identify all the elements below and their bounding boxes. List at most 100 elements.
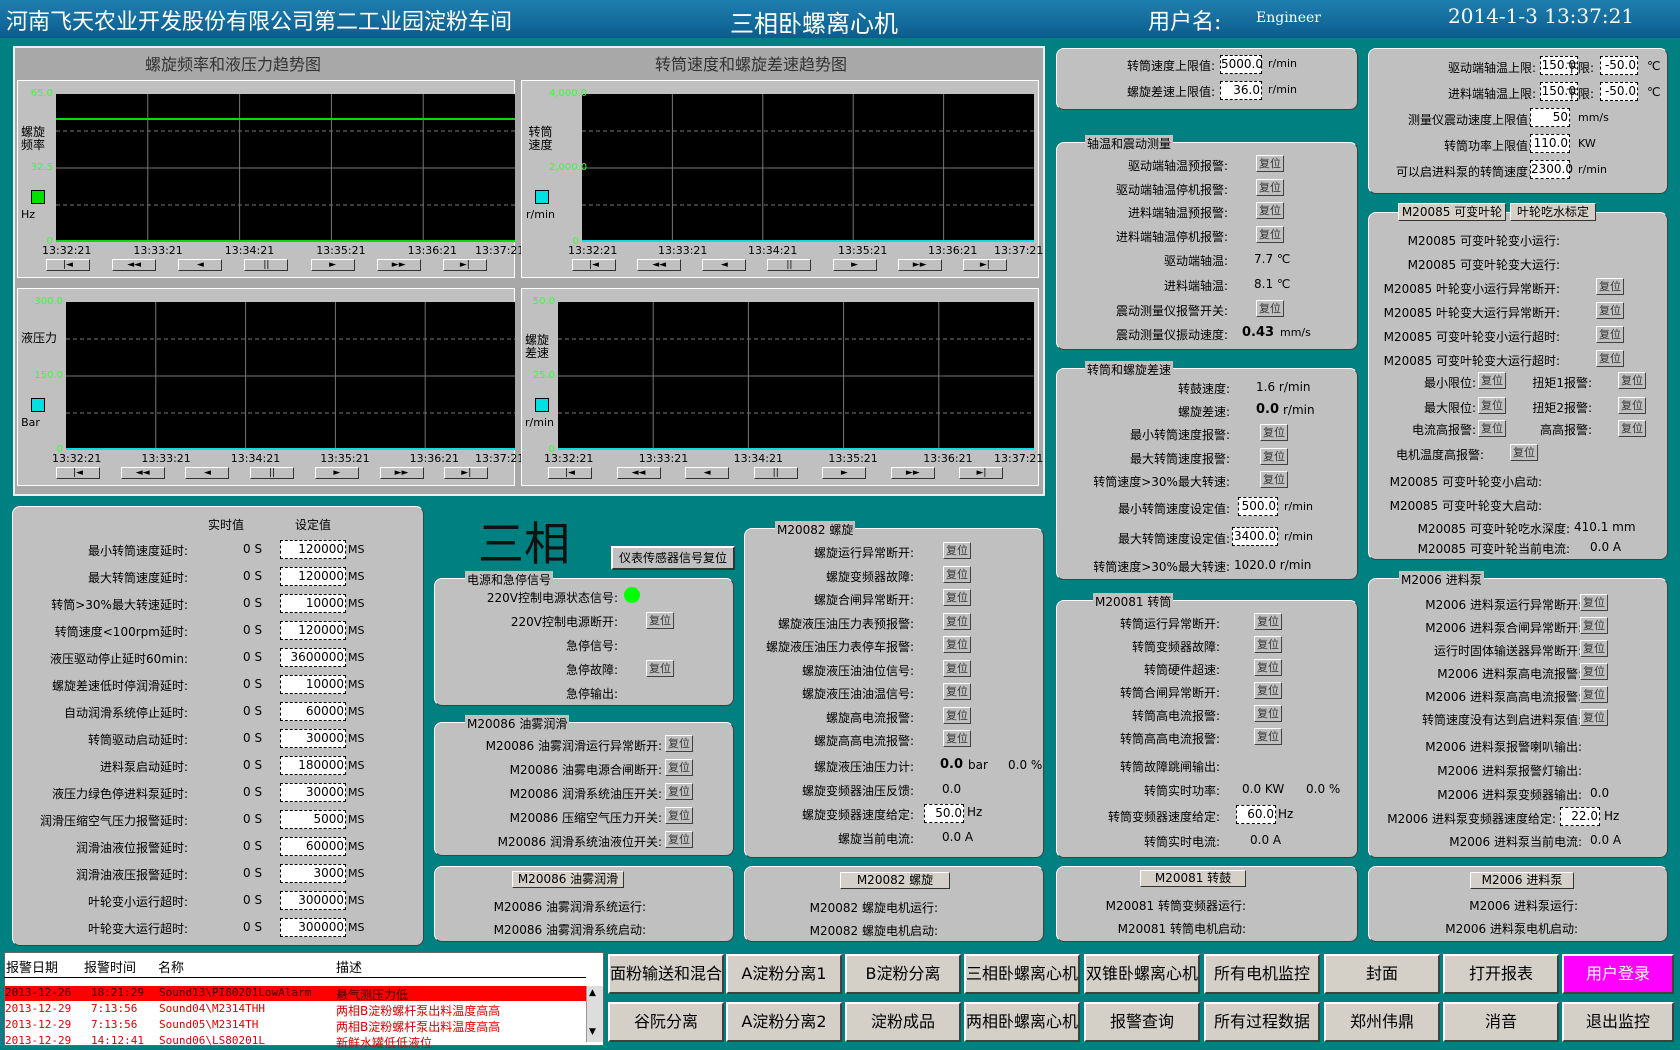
reset-button[interactable]: 复位	[1254, 705, 1282, 722]
nav-button[interactable]: B淀粉分离	[845, 954, 961, 994]
limit-input[interactable]: 36.0	[1220, 81, 1262, 100]
reset-button[interactable]: 复位	[1254, 613, 1282, 630]
playback-button[interactable]: ►|	[962, 259, 1007, 271]
playback-button[interactable]: |◄	[548, 467, 592, 479]
reset-button[interactable]: 复位	[1256, 155, 1284, 172]
reset-button[interactable]: 复位	[1580, 640, 1608, 657]
playback-button[interactable]: ►	[822, 467, 867, 479]
reset-button[interactable]: 复位	[1618, 397, 1646, 414]
reset-button[interactable]: 复位	[1256, 178, 1284, 196]
reset-button[interactable]: 复位	[1596, 302, 1624, 319]
playback-button[interactable]: ►►	[379, 467, 424, 479]
reset-button[interactable]: 复位	[1596, 278, 1624, 295]
playback-button[interactable]: ►	[314, 467, 359, 479]
reset-button[interactable]: 复位	[1478, 397, 1506, 414]
playback-button[interactable]: ►►	[890, 467, 935, 479]
playback-button[interactable]: ►|	[442, 259, 487, 271]
delay-set-input[interactable]: 3000	[280, 864, 346, 883]
nav-button[interactable]: A淀粉分离2	[726, 1002, 842, 1042]
reset-button[interactable]: 复位	[943, 683, 971, 700]
oil-bottom-button[interactable]: M20086 油雾润滑	[512, 871, 624, 888]
power-limit-input[interactable]: 110.0	[1530, 134, 1570, 153]
delay-set-input[interactable]: 30000	[280, 783, 346, 802]
chart-plot-c2[interactable]	[582, 94, 1034, 242]
reset-button[interactable]: 复位	[943, 730, 971, 747]
playback-button[interactable]: ◄◄	[120, 467, 165, 479]
series-color-swatch[interactable]	[31, 398, 45, 412]
playback-button[interactable]: ◄◄	[112, 259, 157, 271]
nav-button[interactable]: 谷阮分离	[608, 1002, 724, 1042]
drum-min-input[interactable]: 500.0	[1238, 497, 1278, 516]
playback-button[interactable]: |◄	[46, 259, 90, 271]
drum-vfd-input[interactable]: 60.0	[1236, 805, 1276, 824]
delay-set-input[interactable]: 180000	[280, 756, 346, 775]
scroll-down-icon[interactable]: ▼	[589, 1027, 596, 1037]
m81-bottom-button[interactable]: M20081 转鼓	[1140, 870, 1246, 887]
series-color-swatch[interactable]	[31, 190, 45, 204]
reset-button[interactable]: 复位	[665, 759, 693, 776]
playback-button[interactable]: |◄	[56, 467, 100, 479]
nav-button[interactable]: 双锥卧螺离心机	[1084, 954, 1200, 994]
playback-button[interactable]: ►	[832, 259, 877, 271]
reset-button[interactable]: 复位	[943, 659, 971, 677]
chart-plot-c1[interactable]	[56, 94, 515, 242]
playback-button[interactable]: ◄	[178, 259, 223, 271]
delay-set-input[interactable]: 120000	[280, 540, 346, 559]
reset-button[interactable]: 复位	[1618, 420, 1646, 437]
delay-set-input[interactable]: 10000	[280, 594, 346, 613]
reset-button[interactable]: 复位	[943, 542, 971, 559]
alarm-row[interactable]: 2013-12-29 7:13:56 Sound05\M2314TH 两相B淀粉螺杆泵…	[5, 1018, 586, 1033]
nav-button[interactable]: 三相卧螺离心机	[964, 954, 1080, 994]
reset-button[interactable]: 复位	[1596, 326, 1624, 343]
reset-button[interactable]: 复位	[1580, 686, 1608, 703]
playback-button[interactable]: ◄◄	[616, 467, 661, 479]
reset-button[interactable]: 复位	[943, 612, 971, 630]
drive-temp-lo-input[interactable]: -50.0	[1600, 56, 1638, 75]
sensor-reset-button[interactable]: 仪表传感器信号复位	[611, 546, 735, 570]
delay-set-input[interactable]: 60000	[280, 837, 346, 856]
feed-start-input[interactable]: 2300.0	[1530, 160, 1573, 179]
playback-button[interactable]: ►|	[444, 467, 489, 479]
nav-button[interactable]: 面粉输送和混合	[608, 954, 724, 994]
vib-limit-input[interactable]: 50	[1530, 108, 1570, 127]
impeller-button[interactable]: M20085 可变叶轮	[1398, 203, 1506, 221]
playback-button[interactable]: ◄	[702, 259, 747, 271]
m06-bottom-button[interactable]: M2006 进料泵	[1470, 872, 1574, 889]
nav-button[interactable]: 用户登录	[1562, 954, 1674, 994]
reset-button[interactable]: 复位	[1580, 709, 1608, 726]
reset-button[interactable]: 复位	[1256, 202, 1284, 219]
reset-button[interactable]: 复位	[1260, 424, 1288, 441]
delay-set-input[interactable]: 300000	[280, 918, 346, 937]
reset-button[interactable]: 复位	[646, 612, 674, 629]
reset-button[interactable]: 复位	[1580, 617, 1608, 634]
reset-button[interactable]: 复位	[1260, 471, 1288, 488]
nav-button[interactable]: 所有电机监控	[1204, 954, 1320, 994]
alarm-row[interactable]: 2013-12-26 18:21:29 Sound13\PI80201LowAlar…	[5, 986, 586, 1001]
series-color-swatch[interactable]	[535, 398, 549, 412]
reset-button[interactable]: 复位	[943, 565, 971, 583]
delay-set-input[interactable]: 10000	[280, 675, 346, 694]
nav-button[interactable]: 打开报表	[1443, 954, 1559, 994]
playback-button[interactable]: ►►	[897, 259, 942, 271]
reset-button[interactable]: 复位	[1254, 682, 1282, 699]
nav-button[interactable]: 两相卧螺离心机	[964, 1002, 1080, 1042]
nav-button[interactable]: 所有过程数据	[1204, 1002, 1320, 1042]
delay-set-input[interactable]: 60000	[280, 702, 346, 721]
delay-set-input[interactable]: 120000	[280, 621, 346, 640]
delay-set-input[interactable]: 3600000	[280, 648, 346, 667]
reset-button[interactable]: 复位	[1580, 663, 1608, 680]
reset-button[interactable]: 复位	[1510, 444, 1538, 461]
reset-button[interactable]: 复位	[665, 735, 693, 752]
nav-button[interactable]: 消音	[1443, 1002, 1559, 1042]
chart-plot-c4[interactable]	[558, 302, 1034, 450]
reset-button[interactable]: 复位	[1478, 420, 1506, 437]
reset-button[interactable]: 复位	[943, 636, 971, 653]
feed-temp-lo-input[interactable]: -50.0	[1600, 82, 1638, 101]
reset-button[interactable]: 复位	[1256, 300, 1284, 317]
reset-button[interactable]: 复位	[665, 783, 693, 800]
playback-button[interactable]: ||	[250, 467, 295, 479]
reset-button[interactable]: 复位	[1596, 350, 1624, 367]
series-color-swatch[interactable]	[535, 190, 549, 204]
playback-button[interactable]: ►	[310, 259, 355, 271]
chart-plot-c3[interactable]	[66, 302, 515, 450]
